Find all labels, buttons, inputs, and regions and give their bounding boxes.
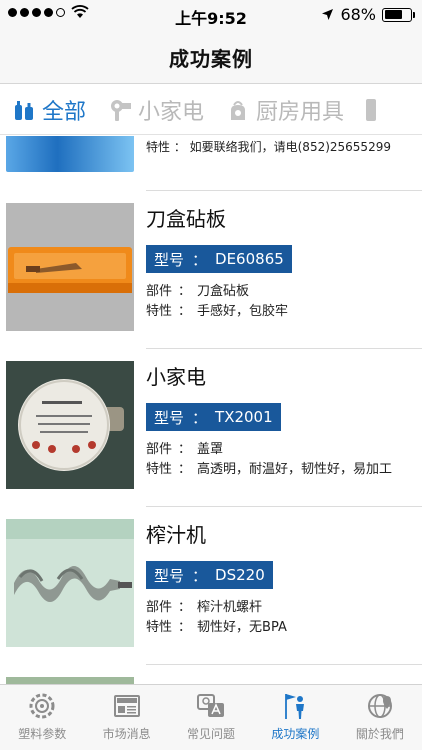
item-title: 榨汁机 [146,523,206,547]
part-value: 榨汁机螺杆 [197,600,263,615]
list-item[interactable] [0,665,422,684]
feature-separator: ： [178,462,192,477]
feature-label: 特性 [146,462,173,477]
part-line: 部件 ： 刀盒砧板 [146,280,249,299]
knife-box-image [6,203,134,331]
model-badge: 型号 ： DS220 [146,561,273,589]
tab-success-cases[interactable]: 成功案例 [253,685,337,750]
category-tabs: 全部 小家电 厨房用具 [0,85,422,135]
status-right: 68% [321,5,415,24]
feature-line: 特性 ： 手感好，包胶牢 [146,300,288,319]
navigation-bar: 成功案例 [0,30,422,84]
case-list: 特性 ： 如要联络我们，请电(852)25655299 刀盒砧板 型号 ： DE… [0,136,422,684]
feature-label: 特性 [146,620,173,635]
part-line: 部件 ： 盖罩 [146,438,223,457]
tab-label: 全部 [42,99,87,125]
tab-kitchenware[interactable]: 厨房用具 [226,94,344,126]
feature-label: 特性 [146,304,173,319]
part-value: 盖罩 [197,442,224,457]
juicer-screw-image [6,519,134,647]
part-label: 部件 [146,284,173,299]
feature-value: 高透明，耐温好，韧性好，易加工 [197,462,393,477]
kettle-icon [231,100,246,120]
model-separator: ： [192,250,208,269]
model-label: 型号 [154,408,185,427]
list-item[interactable]: 特性 ： 如要联络我们，请电(852)25655299 [0,136,422,176]
tab-about-us[interactable]: 關於我們 [338,685,422,750]
tab-label: 成功案例 [271,727,320,741]
model-badge: 型号 ： DE60865 [146,245,292,273]
battery-icon [382,7,415,22]
model-separator: ： [192,408,208,427]
part-separator: ： [178,442,192,457]
tab-label: 市场消息 [102,727,151,741]
part-label: 部件 [146,442,173,457]
battery-level-fill [384,10,402,19]
list-item[interactable]: 小家电 型号 ： TX2001 部件 ： 盖罩 特性 ： 高透明，耐温好，韧性好… [0,349,422,495]
part-label: 部件 [146,600,173,615]
newspaper-icon [113,695,140,717]
page-title: 成功案例 [169,47,253,71]
globe-pin-icon [367,694,392,718]
list-item[interactable]: 榨汁机 型号 ： DS220 部件 ： 榨汁机螺杆 特性 ： 韧性好，无BPA [0,507,422,653]
bottles-icon [15,100,33,120]
gear-globe-icon [29,693,55,719]
item-title: 刀盒砧板 [146,207,226,231]
tab-label: 常见问题 [187,727,236,741]
hair-dryer-icon [111,99,132,121]
feature-separator: ： [178,304,192,319]
appliance-cover-image [6,361,134,489]
model-separator: ： [192,566,208,585]
part-line: 部件 ： 榨汁机螺杆 [146,596,262,615]
model-label: 型号 [154,566,185,585]
model-value: DE60865 [215,250,284,268]
model-label: 型号 [154,250,185,269]
feature-value: 韧性好，无BPA [197,620,287,635]
item-title: 小家电 [146,365,206,389]
tab-market-news[interactable]: 市场消息 [84,685,168,750]
tab-faq[interactable]: 常见问题 [169,685,253,750]
tab-label: 厨房用具 [256,99,345,125]
product-image [6,136,134,172]
battery-percent: 68% [340,5,376,24]
tab-more-partial[interactable] [366,98,377,121]
location-arrow-icon [322,9,334,20]
model-badge: 型号 ： TX2001 [146,403,281,431]
flag-person-icon [285,694,305,719]
tab-label: 塑料参数 [18,727,67,741]
product-image [6,519,134,647]
tab-all[interactable]: 全部 [12,94,86,126]
tab-label: 小家电 [138,99,205,125]
tab-plastic-parameters[interactable]: 塑料参数 [0,685,84,750]
faq-icon [197,694,225,717]
part-separator: ： [178,600,192,615]
tab-label: 關於我們 [355,727,404,741]
product-image [6,361,134,489]
feature-separator: ： [178,620,192,635]
model-value: DS220 [215,566,265,584]
part-value: 刀盒砧板 [197,284,250,299]
feature-line: 特性 ： 韧性好，无BPA [146,616,287,635]
tab-small-appliances[interactable]: 小家电 [108,94,204,126]
model-value: TX2001 [215,408,273,426]
product-image [6,203,134,331]
part-separator: ： [178,284,192,299]
product-image [6,677,134,684]
feature-value: 手感好，包胶牢 [197,304,289,319]
status-bar: 上午9:52 68% [0,0,422,30]
list-item[interactable]: 刀盒砧板 型号 ： DE60865 部件 ： 刀盒砧板 特性 ： 手感好，包胶牢 [0,191,422,337]
feature-line: 特性 ： 高透明，耐温好，韧性好，易加工 [146,458,392,477]
bottom-tab-bar: 塑料参数 市场消息 常见问题 成功案例 關於我們 [0,684,422,750]
feature-text: 特性 ： 如要联络我们，请电(852)25655299 [146,140,391,154]
